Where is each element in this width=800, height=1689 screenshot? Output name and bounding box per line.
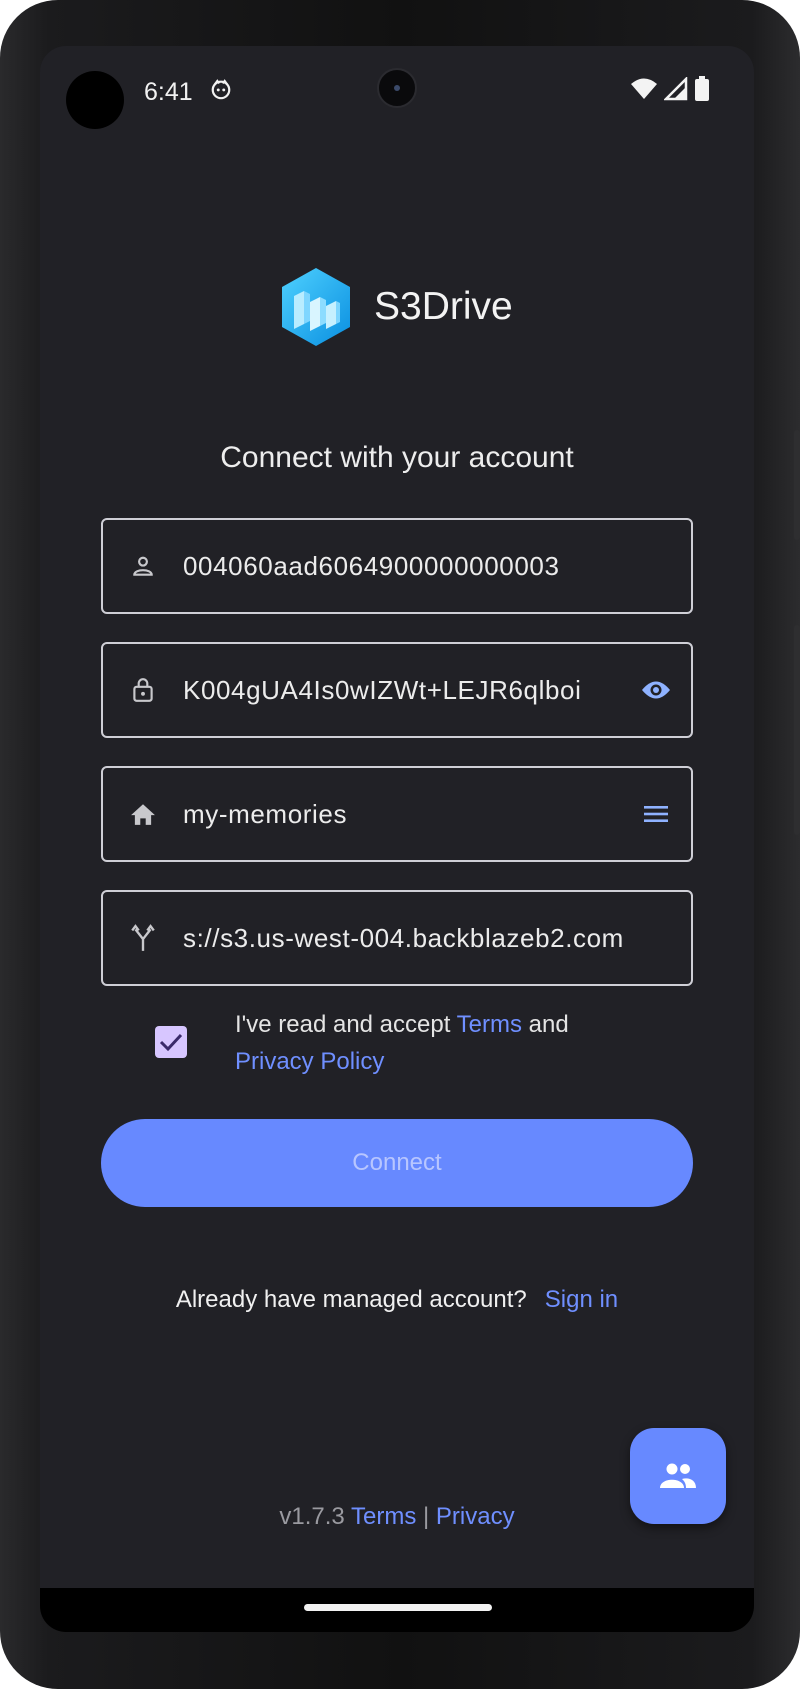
privacy-policy-link[interactable]: Privacy Policy (235, 1048, 384, 1075)
status-time: 6:41 (144, 78, 193, 106)
camera-cutout (66, 71, 124, 129)
bucket-field[interactable]: my-memories (101, 766, 693, 862)
terms-link[interactable]: Terms (457, 1011, 522, 1038)
terms-consent-row: I've read and accept Terms and Privacy P… (101, 1006, 693, 1086)
front-camera (377, 68, 417, 108)
terms-checkbox[interactable] (155, 1026, 187, 1058)
access-key-value[interactable]: 004060aad6064900000000003 (183, 551, 691, 582)
toggle-visibility-button[interactable] (621, 679, 691, 701)
secret-key-field[interactable]: K004gUA4Is0wIZWt+LEJR6qlboi (101, 642, 693, 738)
phone-frame: 6:41 S3Drive Connect with your account 0… (0, 0, 800, 1689)
lock-icon (133, 678, 153, 702)
consent-text: I've read and accept Terms and Privacy P… (235, 1006, 665, 1080)
checkmark-icon (159, 1033, 183, 1052)
footer: v1.7.3 Terms | Privacy (40, 1503, 754, 1531)
footer-privacy-link[interactable]: Privacy (436, 1503, 515, 1530)
footer-terms-link[interactable]: Terms (351, 1503, 416, 1530)
people-icon (660, 1463, 696, 1488)
secret-key-value[interactable]: K004gUA4Is0wIZWt+LEJR6qlboi (183, 675, 621, 706)
access-key-field[interactable]: 004060aad6064900000000003 (101, 518, 693, 614)
fork-icon (131, 924, 155, 951)
connect-button[interactable]: Connect (101, 1119, 693, 1207)
home-gesture-handle[interactable] (304, 1604, 492, 1611)
consent-middle: and (521, 1011, 569, 1038)
wifi-icon (631, 78, 657, 99)
menu-icon (644, 806, 668, 822)
endpoint-value[interactable]: s://s3.us-west-004.backblazeb2.com (183, 923, 691, 954)
form-heading: Connect with your account (220, 441, 574, 474)
volume-button (794, 625, 800, 835)
footer-separator: | (423, 1503, 430, 1530)
signin-row: Already have managed account? Sign in (40, 1286, 754, 1314)
signin-link[interactable]: Sign in (545, 1286, 618, 1313)
signin-prompt: Already have managed account? (175, 1286, 527, 1313)
app-notification-icon (211, 79, 231, 100)
bucket-list-button[interactable] (621, 804, 691, 824)
bucket-value[interactable]: my-memories (183, 799, 621, 830)
version-text: v1.7.3 (279, 1503, 345, 1530)
app-logo-row: S3Drive (280, 266, 513, 348)
app-name: S3Drive (374, 285, 513, 328)
consent-prefix: I've read and accept (235, 1011, 457, 1038)
person-icon (133, 556, 153, 576)
connect-button-label: Connect (352, 1149, 442, 1176)
s3drive-logo-icon (282, 268, 350, 346)
screen: 6:41 S3Drive Connect with your account 0… (40, 46, 754, 1632)
home-icon (131, 804, 155, 825)
signal-icon (664, 77, 688, 101)
battery-icon (695, 76, 709, 101)
navigation-bar (40, 1588, 754, 1632)
eye-icon (642, 681, 670, 699)
power-button (794, 430, 800, 540)
status-icons (630, 76, 710, 102)
endpoint-field[interactable]: s://s3.us-west-004.backblazeb2.com (101, 890, 693, 986)
